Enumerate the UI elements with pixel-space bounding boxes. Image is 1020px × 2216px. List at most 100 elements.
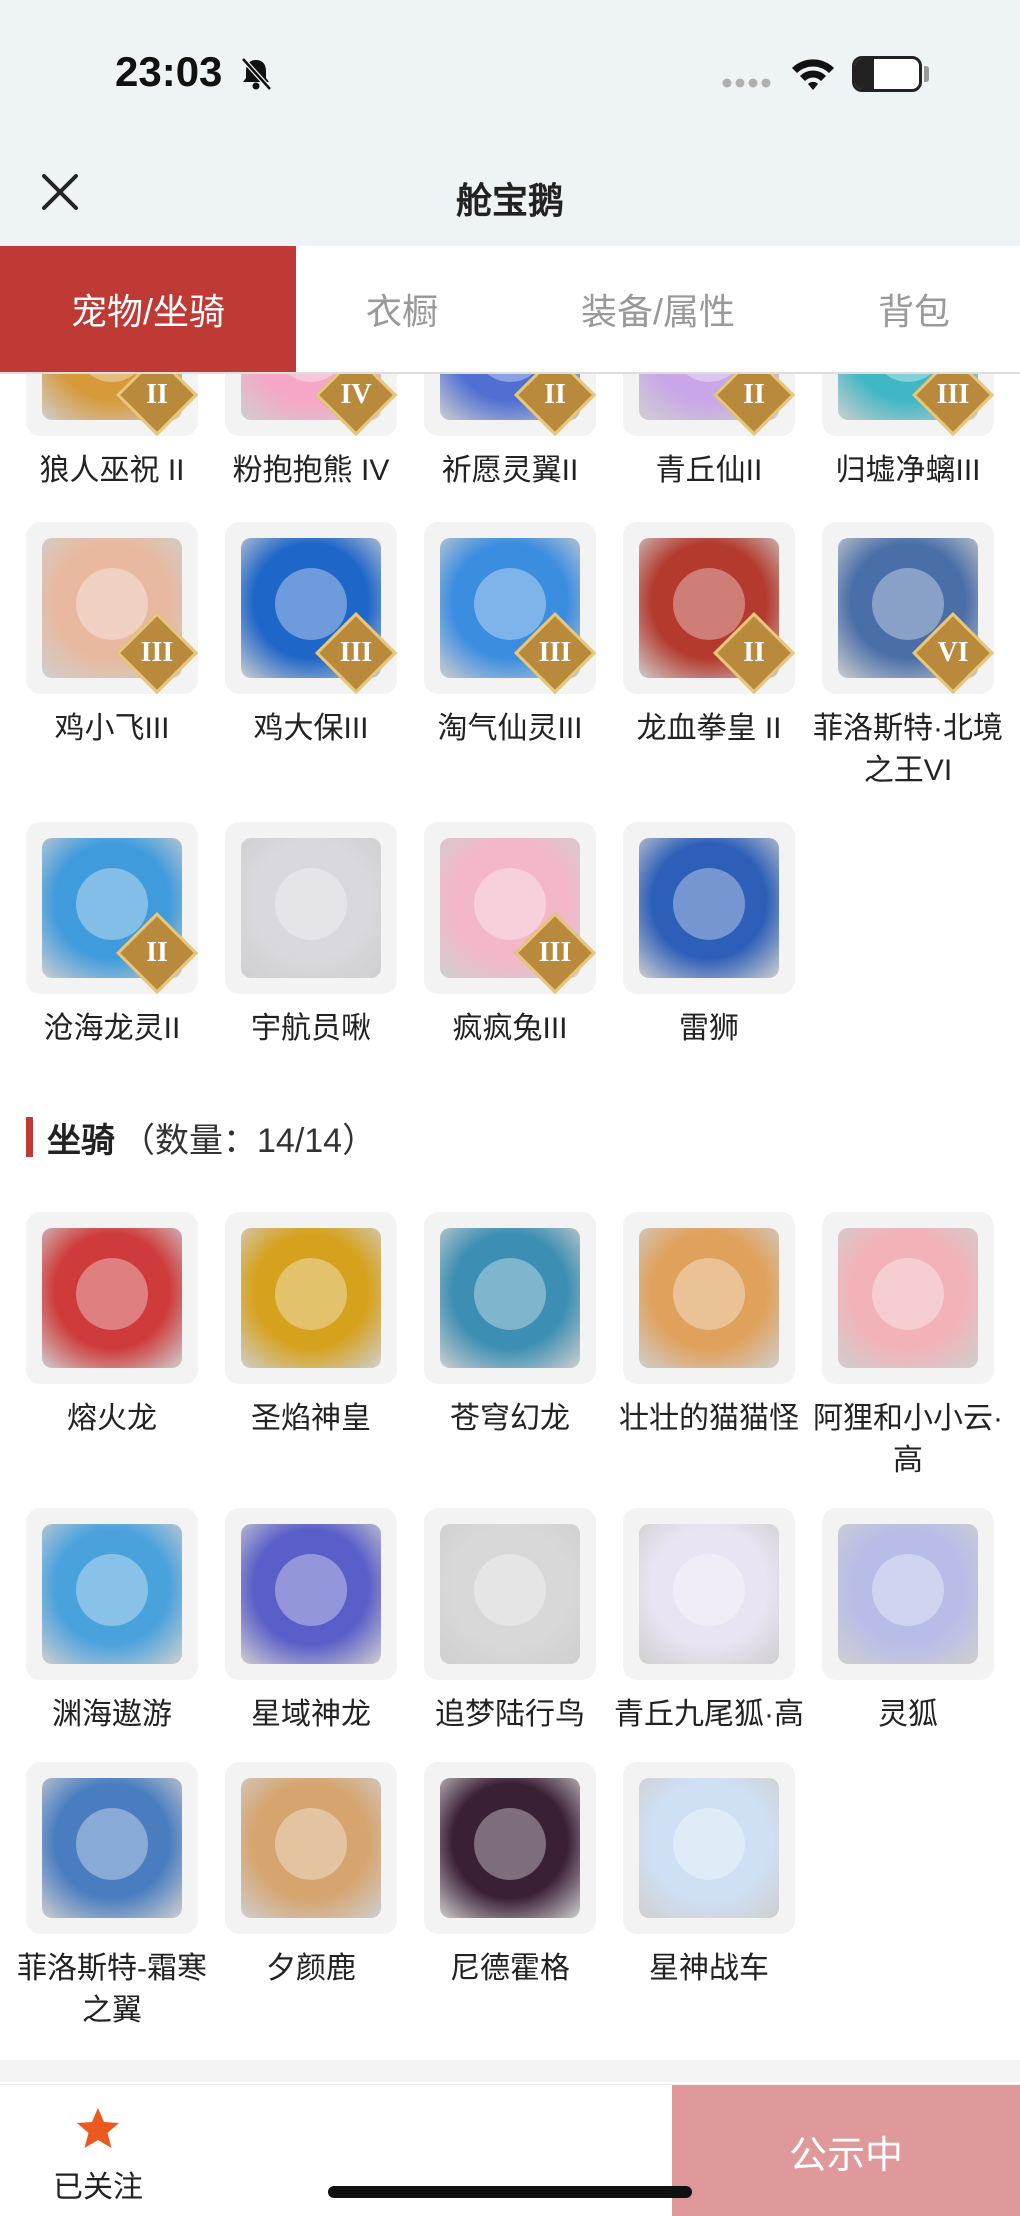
pet-card[interactable]: 雷狮 [623,822,795,1050]
section-title: 坐骑 [47,1121,115,1160]
tab-pets-mounts[interactable]: 宠物/坐骑 [0,246,296,372]
pet-card[interactable]: 宇航员啾 [225,822,397,1050]
card-label: 苍穹幻龙 [450,1402,570,1435]
tab-backpack[interactable]: 背包 [808,246,1020,372]
character-image [42,1778,182,1918]
thumbnail [424,1212,596,1384]
wifi-icon [792,59,834,90]
thumbnail [26,1508,198,1680]
rank-badge: II [712,374,795,436]
bell-muted-icon [241,57,272,91]
thumbnail [26,1762,198,1934]
card-label: 龙血拳皇 II [636,712,782,745]
card-label: 狼人巫祝 II [39,454,185,487]
card-label: 粉抱抱熊 IV [232,454,390,487]
mount-card[interactable]: 青丘九尾狐·高 [614,1508,804,1736]
card-label: 疯疯兔III [452,1012,568,1045]
card-label: 圣焰神皇 [251,1402,371,1435]
card-label: 沧海龙灵II [43,1012,181,1045]
mount-card[interactable]: 圣焰神皇 [225,1212,397,1482]
card-label: 淘气仙灵III [437,712,583,745]
rank-badge-text: II [544,379,566,410]
character-image [440,1778,580,1918]
character-image [42,1524,182,1664]
character-image [241,1778,381,1918]
mount-card[interactable]: 灵狐 [822,1508,994,1736]
rank-badge-text: III [538,637,572,668]
rank-badge-text: IV [340,379,372,410]
mount-card[interactable]: 夕颜鹿 [225,1762,397,2032]
tab-equipment[interactable]: 装备/属性 [508,246,808,372]
mount-card[interactable]: 菲洛斯特-霜寒之翼 [17,1762,207,2032]
card-label: 菲洛斯特-霜寒之翼 [17,1952,207,2027]
card-label: 尼德霍格 [450,1952,570,1985]
character-image [241,1228,381,1368]
card-label: 夕颜鹿 [266,1952,356,1985]
character-image [838,1228,978,1368]
rank-badge-text: II [146,379,168,410]
pet-card[interactable]: II 祈愿灵翼II [424,374,596,492]
mount-card[interactable]: 阿狸和小小云·高 [813,1212,1003,1482]
pet-card[interactable]: IV 粉抱抱熊 IV [225,374,397,492]
follow-button[interactable]: 已关注 [48,2105,148,2206]
mount-card[interactable]: 苍穹幻龙 [424,1212,596,1482]
thumbnail [424,1508,596,1680]
pet-card[interactable]: II 青丘仙II [623,374,795,492]
pet-card[interactable]: II 龙血拳皇 II [623,522,795,792]
thumbnail: III [26,522,198,694]
card-label: 菲洛斯特·北境之王VI [813,712,1003,787]
battery-indicator: 30 [852,56,922,92]
pet-card[interactable]: III 归墟净螭III [822,374,994,492]
mount-card[interactable]: 星域神龙 [225,1508,397,1736]
mount-card[interactable]: 尼德霍格 [424,1762,596,2032]
character-image [838,1524,978,1664]
character-image [42,1228,182,1368]
tab-bar: 宠物/坐骑 衣橱 装备/属性 背包 [0,246,1020,374]
thumbnail [225,1212,397,1384]
card-label: 鸡小飞III [54,712,170,745]
pet-card[interactable]: III 鸡大保III [225,522,397,792]
section-accent-bar [26,1117,33,1157]
card-label: 宇航员啾 [251,1012,371,1045]
thumbnail [822,1212,994,1384]
character-image [440,1228,580,1368]
card-label: 星域神龙 [251,1698,371,1731]
mount-card[interactable]: 熔火龙 [26,1212,198,1482]
content-scroll[interactable]: II 狼人巫祝 II IV 粉抱抱熊 IV II 祈愿灵翼II II 青丘仙II III 归墟净螭… [0,374,1020,2084]
thumbnail: IV [225,374,397,436]
mounts-section-header: 坐骑 （数量：14/14） [26,1114,376,1160]
thumbnail [623,1762,795,1934]
top-area: 23:03 30 舱宝鹅 [0,0,1020,246]
pet-card[interactable]: II 沧海龙灵II [26,822,198,1050]
thumbnail: III [225,522,397,694]
rank-badge: IV [314,374,397,436]
pet-card[interactable]: III 鸡小飞III [26,522,198,792]
rank-badge: III [911,374,994,436]
publicity-status-button[interactable]: 公示中 [672,2085,1020,2216]
pet-card[interactable]: II 狼人巫祝 II [26,374,198,492]
card-label: 鸡大保III [253,712,369,745]
pet-card[interactable]: III 疯疯兔III [424,822,596,1050]
mount-card[interactable]: 壮壮的猫猫怪 [619,1212,799,1482]
mount-card[interactable]: 追梦陆行鸟 [424,1508,596,1736]
tab-wardrobe[interactable]: 衣橱 [296,246,508,372]
thumbnail [225,1508,397,1680]
divider-band [0,2060,1020,2082]
card-label: 星神战车 [649,1952,769,1985]
card-label: 灵狐 [878,1698,938,1731]
home-indicator [328,2186,692,2198]
page-title: 舱宝鹅 [455,180,564,221]
battery-nub [924,66,929,82]
thumbnail: II [26,822,198,994]
character-image [639,1524,779,1664]
rank-badge-text: II [743,637,765,668]
mount-card[interactable]: 星神战车 [623,1762,795,2032]
card-label: 追梦陆行鸟 [435,1698,585,1731]
pet-card[interactable]: VI 菲洛斯特·北境之王VI [813,522,1003,792]
character-image [639,1778,779,1918]
rank-badge-text: III [140,637,174,668]
thumbnail [26,1212,198,1384]
pet-card[interactable]: III 淘气仙灵III [424,522,596,792]
mount-card[interactable]: 渊海遨游 [26,1508,198,1736]
thumbnail: III [822,374,994,436]
